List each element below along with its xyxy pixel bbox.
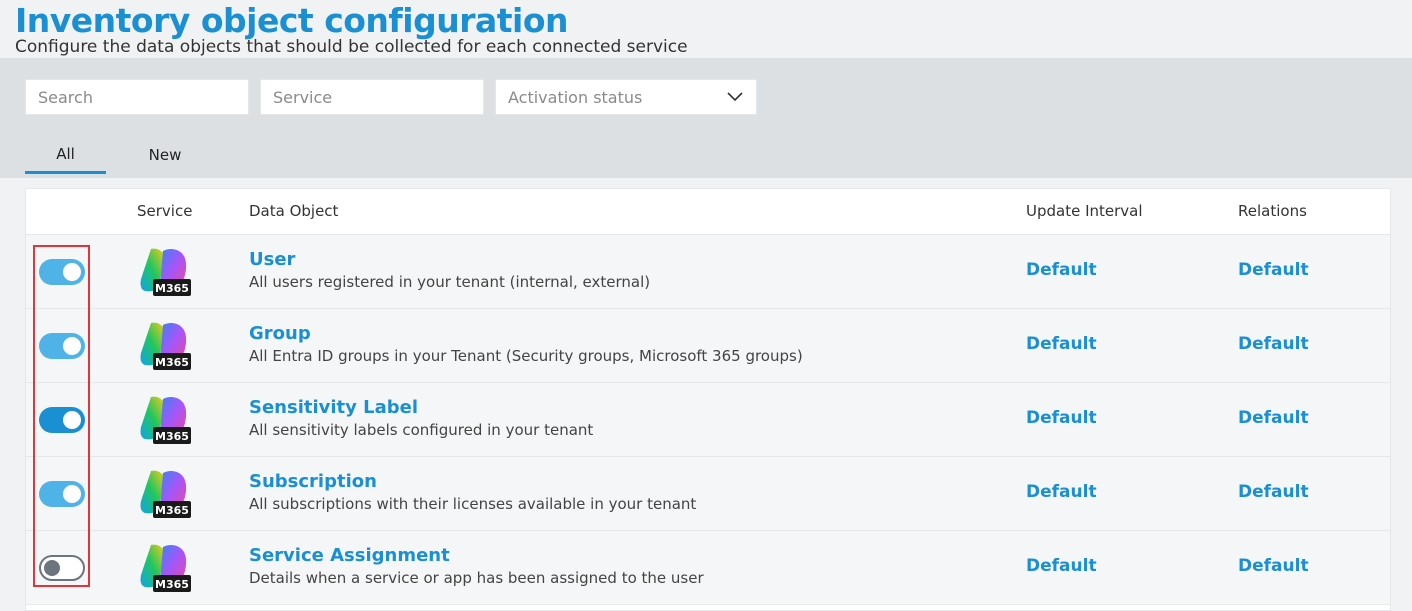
m365-service-icon: M365 [137,467,191,519]
data-object-name-link[interactable]: Group [249,323,311,344]
activation-toggle[interactable] [39,259,85,285]
toggle-knob [63,485,81,503]
chevron-down-icon [726,88,744,106]
data-object-name-link[interactable]: Service Assignment [249,545,450,566]
table-row: M365 Group All Entra ID groups in your Ten… [26,309,1390,383]
activation-status-select[interactable]: Activation status [495,79,757,115]
data-object-description: All Entra ID groups in your Tenant (Secu… [249,347,803,365]
data-object-name-link[interactable]: Sensitivity Label [249,397,418,418]
table-header: Service Data Object Update Interval Rela… [26,189,1390,235]
toggle-knob [44,560,60,576]
relations-link[interactable]: Default [1238,334,1309,354]
update-interval-link[interactable]: Default [1026,482,1097,502]
toggle-knob [63,411,81,429]
column-header-service: Service [137,202,193,220]
tab-new[interactable]: New [125,136,205,174]
service-filter-input[interactable] [260,79,484,115]
table-row: M365 Service Assignment Details when a ser… [26,531,1390,605]
column-header-data-object: Data Object [249,202,339,220]
service-badge-label: M365 [155,356,189,369]
table-row: M365 Sensitivity Label All sensitivity lab… [26,383,1390,457]
activation-status-placeholder: Activation status [508,87,643,107]
data-object-description: All subscriptions with their licenses av… [249,495,697,513]
activation-toggle[interactable] [39,481,85,507]
page-title: Inventory object configuration [15,1,569,40]
filter-bar: Activation status All New [0,58,1412,178]
activation-toggle[interactable] [39,333,85,359]
page-subtitle: Configure the data objects that should b… [15,37,688,57]
inventory-table: Service Data Object Update Interval Rela… [25,188,1391,611]
m365-service-icon: M365 [137,541,191,593]
table-row: M365 Subscription All subscriptions with t… [26,457,1390,531]
data-object-description: Details when a service or app has been a… [249,569,704,587]
toggle-knob [63,337,81,355]
relations-link[interactable]: Default [1238,408,1309,428]
relations-link[interactable]: Default [1238,556,1309,576]
data-object-name-link[interactable]: User [249,249,295,270]
relations-link[interactable]: Default [1238,260,1309,280]
update-interval-link[interactable]: Default [1026,334,1097,354]
update-interval-link[interactable]: Default [1026,408,1097,428]
activation-toggle[interactable] [39,407,85,433]
service-badge-label: M365 [155,430,189,443]
table-row: M365 User All users registered in your ten… [26,235,1390,309]
service-badge-label: M365 [155,578,189,591]
column-header-update-interval: Update Interval [1026,202,1143,220]
data-object-name-link[interactable]: Subscription [249,471,377,492]
activation-toggle[interactable] [39,555,85,581]
service-badge-label: M365 [155,504,189,517]
toggle-knob [63,263,81,281]
m365-service-icon: M365 [137,245,191,297]
update-interval-link[interactable]: Default [1026,260,1097,280]
relations-link[interactable]: Default [1238,482,1309,502]
search-input[interactable] [25,79,249,115]
m365-service-icon: M365 [137,319,191,371]
update-interval-link[interactable]: Default [1026,556,1097,576]
service-badge-label: M365 [155,282,189,295]
data-object-description: All users registered in your tenant (int… [249,273,651,291]
data-object-description: All sensitivity labels configured in you… [249,421,594,439]
m365-service-icon: M365 [137,393,191,445]
tab-all[interactable]: All [25,136,106,174]
column-header-relations: Relations [1238,202,1307,220]
